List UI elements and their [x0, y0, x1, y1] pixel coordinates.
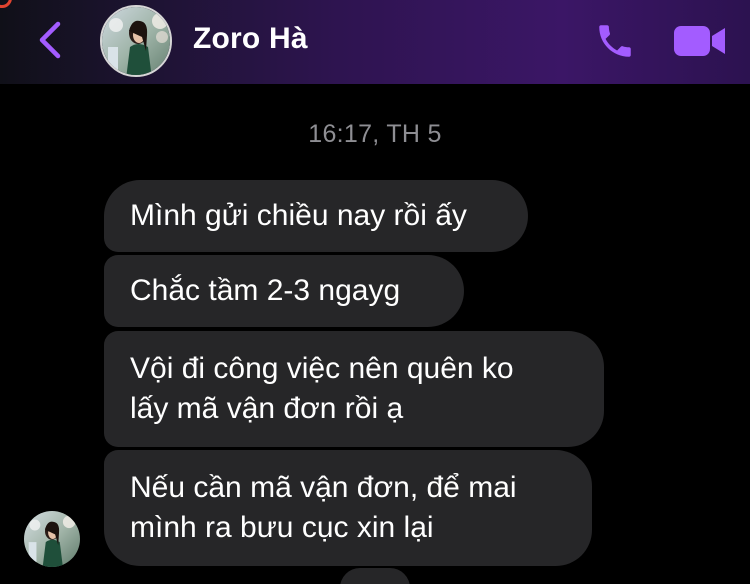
video-camera-icon: [674, 26, 725, 56]
call-button[interactable]: [590, 18, 640, 64]
message-bubble[interactable]: Nếu cần mã vận đơn, để mai mình ra bưu c…: [104, 450, 592, 566]
contact-avatar[interactable]: [100, 5, 172, 77]
phone-icon: [599, 25, 631, 57]
chat-screen: Zoro Hà 16:17, TH 5 Mình gửi chiều nay r…: [0, 0, 750, 584]
message-bubble[interactable]: Chắc tầm 2-3 ngayg: [104, 255, 464, 327]
avatar-photo: [24, 511, 80, 567]
typing-indicator: [340, 568, 410, 584]
chevron-left-icon: [39, 21, 61, 59]
message-text: Chắc tầm 2-3 ngayg: [130, 274, 401, 307]
message-text: Vội đi công việc nên quên ko lấy mã vận …: [130, 352, 514, 425]
message-bubble[interactable]: Mình gửi chiều nay rồi ấy: [104, 180, 528, 252]
avatar-photo: [102, 7, 170, 75]
sender-avatar[interactable]: [24, 511, 80, 567]
video-call-button[interactable]: [670, 22, 730, 60]
message-timestamp: 16:17, TH 5: [308, 120, 442, 148]
notification-ring: [0, 0, 12, 8]
contact-name[interactable]: Zoro Hà: [193, 22, 308, 56]
chat-header: Zoro Hà: [0, 0, 750, 84]
back-button[interactable]: [30, 18, 70, 62]
message-bubble[interactable]: Vội đi công việc nên quên ko lấy mã vận …: [104, 331, 604, 447]
message-text: Nếu cần mã vận đơn, để mai mình ra bưu c…: [130, 471, 517, 544]
message-text: Mình gửi chiều nay rồi ấy: [130, 199, 467, 232]
